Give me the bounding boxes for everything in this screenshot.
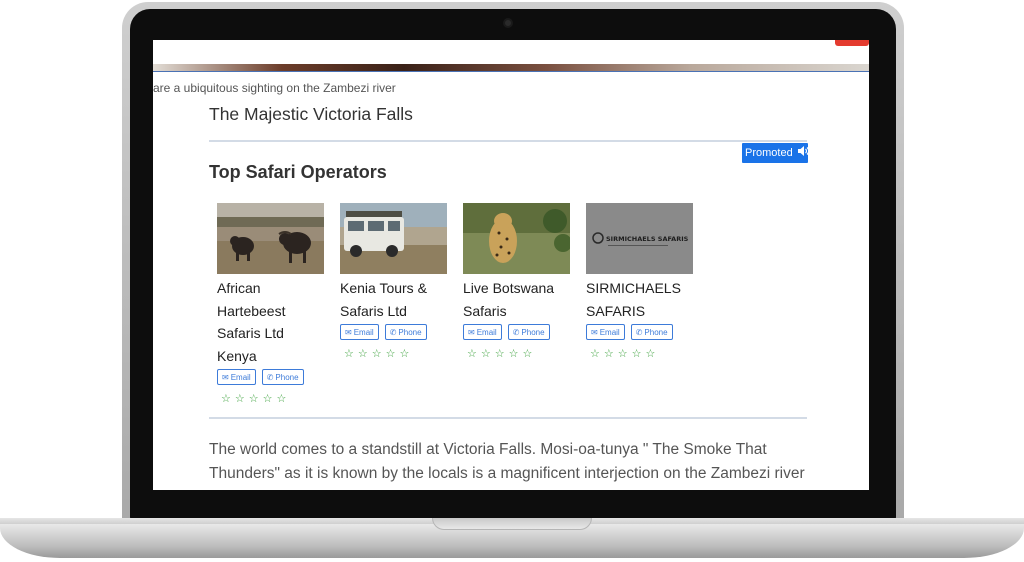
email-label: Email xyxy=(599,327,620,337)
promoted-label: Promoted xyxy=(745,147,793,159)
star-icon[interactable]: ☆ xyxy=(632,349,642,360)
star-icon[interactable]: ☆ xyxy=(386,349,396,360)
operator-card: African Hartebeest Safaris Ltd Kenya ✉ E… xyxy=(217,203,325,405)
phone-label: Phone xyxy=(521,327,545,337)
email-label: Email xyxy=(476,327,497,337)
safari-vehicle-photo[interactable] xyxy=(340,203,447,274)
star-rating: ☆ ☆ ☆ ☆ ☆ xyxy=(344,349,448,360)
phone-label: Phone xyxy=(275,372,299,382)
star-icon[interactable]: ☆ xyxy=(646,349,656,360)
sirmichaels-logo[interactable]: SIRMICHAELS SAFARIS xyxy=(586,203,693,274)
star-icon[interactable]: ☆ xyxy=(590,349,600,360)
star-icon[interactable]: ☆ xyxy=(467,349,477,360)
email-label: Email xyxy=(230,372,251,382)
phone-icon: ✆ xyxy=(266,372,274,382)
star-icon[interactable]: ☆ xyxy=(618,349,628,360)
logo-text: SIRMICHAELS SAFARIS xyxy=(606,235,689,243)
star-icon[interactable]: ☆ xyxy=(344,349,354,360)
star-icon[interactable]: ☆ xyxy=(372,349,382,360)
browser-viewport: are a ubiquitous sighting on the Zambezi… xyxy=(153,40,869,490)
divider-bottom xyxy=(209,417,807,419)
operator-name[interactable]: Live Botswana Safaris xyxy=(463,277,571,322)
hero-divider xyxy=(153,71,869,72)
phone-button[interactable]: ✆ Phone xyxy=(507,324,550,340)
star-icon[interactable]: ☆ xyxy=(358,349,368,360)
page-title: The Majestic Victoria Falls xyxy=(209,104,413,124)
laptop-opening-notch xyxy=(432,518,592,530)
star-icon[interactable]: ☆ xyxy=(604,349,614,360)
envelope-icon: ✉ xyxy=(591,327,598,337)
star-icon[interactable]: ☆ xyxy=(523,349,533,360)
phone-button[interactable]: ✆ Phone xyxy=(384,324,427,340)
operator-card: Kenia Tours & Safaris Ltd ✉ Email ✆ Phon… xyxy=(340,203,448,360)
promoted-badge[interactable]: Promoted xyxy=(742,143,810,163)
star-icon[interactable]: ☆ xyxy=(400,349,410,360)
star-icon[interactable]: ☆ xyxy=(277,394,287,405)
phone-label: Phone xyxy=(398,327,422,337)
star-icon[interactable]: ☆ xyxy=(495,349,505,360)
envelope-icon: ✉ xyxy=(468,327,475,337)
image-caption: are a ubiquitous sighting on the Zambezi… xyxy=(153,81,396,95)
email-button[interactable]: ✉ Email xyxy=(586,324,625,340)
star-rating: ☆ ☆ ☆ ☆ ☆ xyxy=(590,349,694,360)
divider-top xyxy=(209,140,807,142)
star-icon[interactable]: ☆ xyxy=(235,394,245,405)
email-button[interactable]: ✉ Email xyxy=(217,369,256,385)
phone-button[interactable]: ✆ Phone xyxy=(261,369,304,385)
hero-image-strip xyxy=(153,64,869,71)
phone-icon: ✆ xyxy=(389,327,397,337)
speaker-icon xyxy=(797,143,810,163)
star-icon[interactable]: ☆ xyxy=(509,349,519,360)
header-red-tab[interactable] xyxy=(835,40,869,46)
envelope-icon: ✉ xyxy=(222,372,229,382)
star-icon[interactable]: ☆ xyxy=(249,394,259,405)
buffalo-photo[interactable] xyxy=(217,203,324,274)
envelope-icon: ✉ xyxy=(345,327,352,337)
webcam-icon xyxy=(503,18,513,28)
phone-icon: ✆ xyxy=(635,327,643,337)
leopard-photo[interactable] xyxy=(463,203,570,274)
operator-card: Live Botswana Safaris ✉ Email ✆ Phone ☆ … xyxy=(463,203,571,360)
star-icon[interactable]: ☆ xyxy=(221,394,231,405)
email-button[interactable]: ✉ Email xyxy=(340,324,379,340)
phone-icon: ✆ xyxy=(512,327,520,337)
operator-name[interactable]: SIRMICHAELS SAFARIS xyxy=(586,277,694,322)
article-body: The world comes to a standstill at Victo… xyxy=(209,441,805,482)
star-icon[interactable]: ☆ xyxy=(263,394,273,405)
operator-name[interactable]: African Hartebeest Safaris Ltd Kenya xyxy=(217,277,325,367)
section-title: Top Safari Operators xyxy=(209,162,387,182)
operator-name[interactable]: Kenia Tours & Safaris Ltd xyxy=(340,277,448,322)
star-icon[interactable]: ☆ xyxy=(481,349,491,360)
phone-button[interactable]: ✆ Phone xyxy=(630,324,673,340)
operator-card: SIRMICHAELS SAFARIS SIRMICHAELS SAFARIS … xyxy=(586,203,694,360)
email-button[interactable]: ✉ Email xyxy=(463,324,502,340)
email-label: Email xyxy=(353,327,374,337)
star-rating: ☆ ☆ ☆ ☆ ☆ xyxy=(221,394,325,405)
star-rating: ☆ ☆ ☆ ☆ ☆ xyxy=(467,349,571,360)
phone-label: Phone xyxy=(644,327,668,337)
